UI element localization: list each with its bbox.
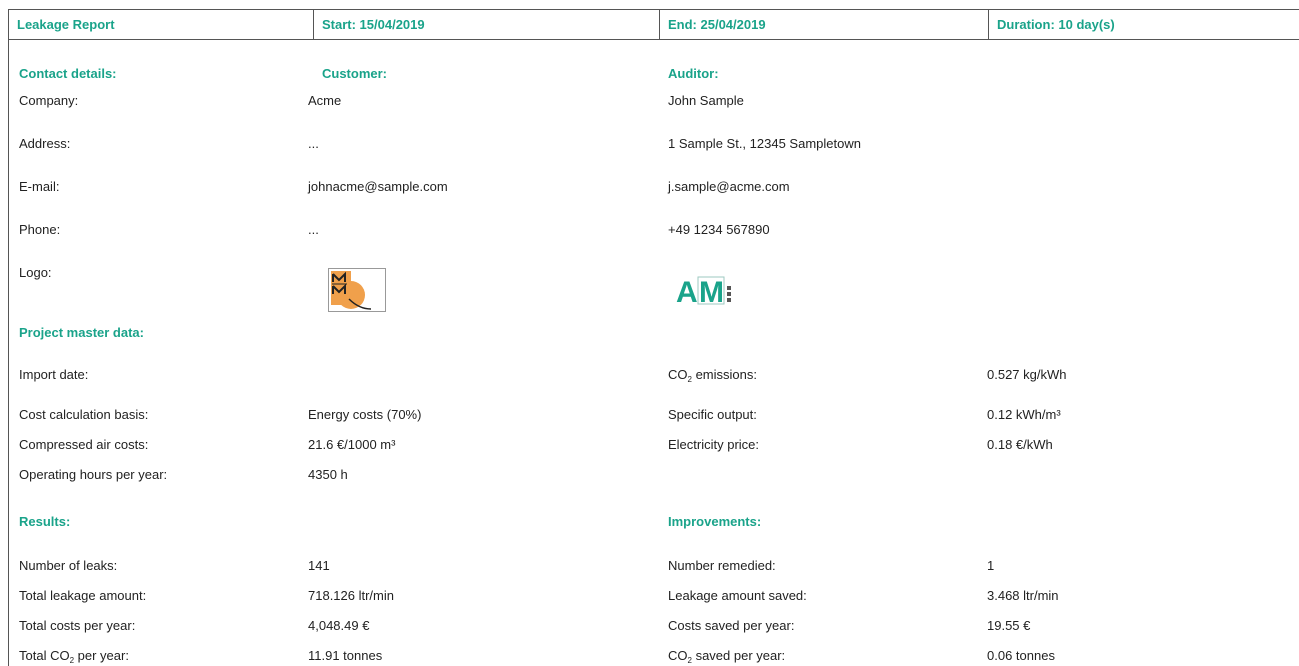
costs-value: 4,048.49 € (308, 618, 370, 633)
address-label: Address: (19, 136, 71, 151)
company-label: Company: (19, 93, 79, 108)
leak-amount-label: Total leakage amount: (19, 588, 147, 603)
specific-output-value: 0.12 kWh/m³ (987, 407, 1061, 422)
co2-saved-label: CO2 saved per year: (668, 648, 786, 665)
leaks-label: Number of leaks: (19, 558, 118, 573)
costs-label: Total costs per year: (19, 618, 136, 633)
cost-basis-label: Cost calculation basis: (19, 407, 149, 422)
total-co2-value: 11.91 tonnes (308, 648, 383, 663)
duration: Duration: 10 day(s) (989, 9, 1299, 40)
air-costs-label: Compressed air costs: (19, 437, 149, 452)
customer-company: Acme (308, 93, 342, 108)
svg-text:M: M (699, 276, 724, 309)
remedied-label: Number remedied: (668, 558, 776, 573)
customer-heading: Customer: (322, 66, 388, 81)
co2-emissions-label: CO2 emissions: (668, 367, 757, 384)
electricity-value: 0.18 €/kWh (987, 437, 1053, 452)
specific-output-label: Specific output: (668, 407, 757, 422)
logo-label: Logo: (19, 265, 52, 280)
results-section-heading: Results: (19, 514, 71, 529)
saved-amount-label: Leakage amount saved: (668, 588, 807, 603)
remedied-value: 1 (987, 558, 995, 573)
costs-saved-label: Costs saved per year: (668, 618, 795, 633)
auditor-heading: Auditor: (668, 66, 719, 81)
customer-logo-graphic (331, 271, 372, 310)
hours-value: 4350 h (308, 467, 348, 482)
svg-text:A: A (676, 276, 698, 309)
electricity-label: Electricity price: (668, 437, 760, 452)
customer-address: ... (308, 136, 319, 151)
total-co2-label: Total CO2 per year: (19, 648, 129, 665)
hours-label: Operating hours per year: (19, 467, 168, 482)
report-frame (8, 9, 1299, 666)
auditor-address: 1 Sample St., 12345 Sampletown (668, 136, 861, 151)
auditor-company: John Sample (668, 93, 744, 108)
saved-amount-value: 3.468 ltr/min (987, 588, 1059, 603)
costs-saved-value: 19.55 € (987, 618, 1031, 633)
customer-email: johnacme@sample.com (308, 179, 448, 194)
co2-saved-value: 0.06 tonnes (987, 648, 1055, 663)
contact-section-heading: Contact details: (19, 66, 117, 81)
air-costs-value: 21.6 €/1000 m³ (308, 437, 396, 452)
auditor-email: j.sample@acme.com (668, 179, 790, 194)
customer-logo (328, 268, 386, 312)
auditor-logo: A M (676, 272, 768, 312)
auditor-phone: +49 1234 567890 (668, 222, 770, 237)
start-date: Start: 15/04/2019 (314, 9, 660, 40)
project-section-heading: Project master data: (19, 325, 144, 340)
leak-amount-value: 718.126 ltr/min (308, 588, 394, 603)
auditor-logo-graphic: A M (676, 276, 731, 309)
improvements-section-heading: Improvements: (668, 514, 762, 529)
co2-emissions-value: 0.527 kg/kWh (987, 367, 1067, 382)
customer-phone: ... (308, 222, 319, 237)
import-date-label: Import date: (19, 367, 89, 382)
phone-label: Phone: (19, 222, 61, 237)
end-date: End: 25/04/2019 (660, 9, 989, 40)
cost-basis-value: Energy costs (70%) (308, 407, 422, 422)
report-title: Leakage Report (8, 9, 314, 40)
leaks-value: 141 (308, 558, 330, 573)
email-label: E-mail: (19, 179, 60, 194)
